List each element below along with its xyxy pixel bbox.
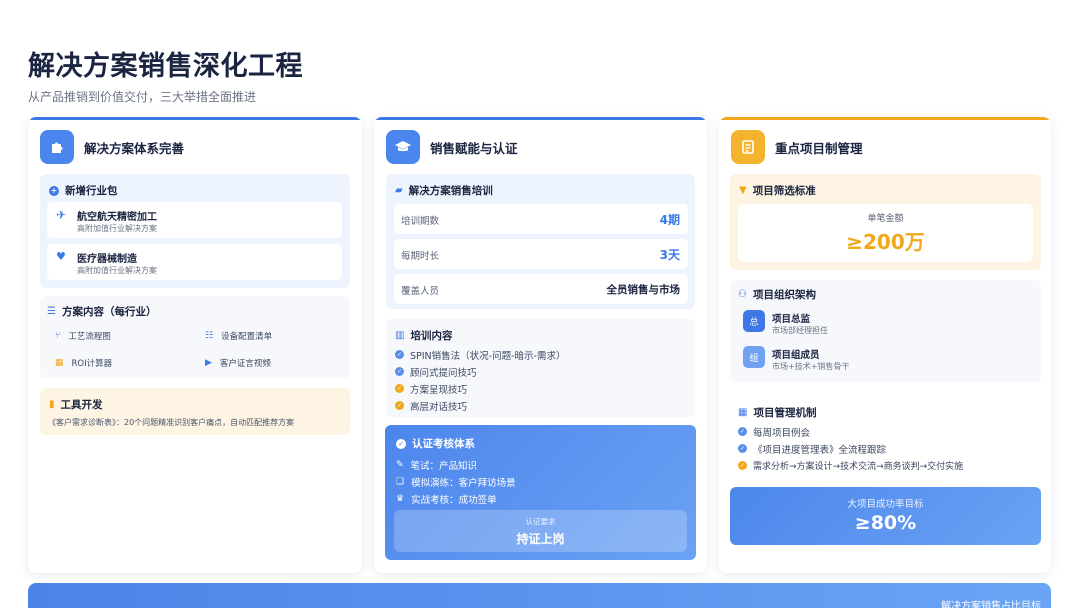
flow-icon: ⑂ xyxy=(55,330,61,341)
check-icon: ✓ xyxy=(738,427,747,436)
org-member: 总 项目总监 市场部经理担任 xyxy=(740,308,1032,340)
content-item: ▦ ROI计算器 xyxy=(55,357,113,369)
checklist-icon xyxy=(731,130,765,164)
content-item: ✓ SPIN销售法（状况-问题-暗示-需求） xyxy=(395,350,566,362)
shield-check-icon: ✓ xyxy=(396,438,406,449)
industry-name: 航空航天精密加工 xyxy=(77,212,157,223)
industry-name: 医疗器械制造 xyxy=(77,254,137,265)
content-item: ✓ 方案呈现技巧 xyxy=(395,384,468,396)
graduation-cap-icon xyxy=(386,130,420,164)
org-structure-panel: ⚇ 项目组织架构 总 项目总监 市场部经理担任 组 项目组成员 市场+技术+销售… xyxy=(730,280,1041,382)
pen-icon: ✎ xyxy=(396,459,404,470)
training-row: 培训期数 4期 xyxy=(394,204,688,234)
mech-item: ✓ 需求分析→方案设计→技术交流→商务谈判→交付实施 xyxy=(738,461,964,472)
panel-title: 解决方案销售培训 xyxy=(408,185,493,197)
heart-pulse-icon: ♥ xyxy=(56,250,66,263)
certification-panel: ✓ 认证考核体系 ✎ 笔试：产品知识 ❏ 模拟演练：客户拜访场景 ♛ 实战考核：成功签… xyxy=(385,425,696,560)
check-icon: ✓ xyxy=(395,350,404,359)
plus-circle-icon: + xyxy=(49,185,59,196)
sales-enablement-card: 销售赋能与认证 ▰ 解决方案销售培训 培训期数 4期 每期时长 3天 覆盖人员 … xyxy=(374,117,707,573)
people-icon: ⚇ xyxy=(738,289,747,300)
puzzle-icon xyxy=(40,130,74,164)
training-row: 覆盖人员 全员销售与市场 xyxy=(394,274,688,304)
avatar: 总 xyxy=(743,310,765,332)
presentation-icon: ▰ xyxy=(395,185,403,196)
training-panel: ▰ 解决方案销售培训 培训期数 4期 每期时长 3天 覆盖人员 全员销售与市场 xyxy=(386,174,695,309)
tool-desc: 《客户需求诊断表》：20个问题精准识别客户痛点，自动匹配推荐方案 xyxy=(48,418,295,427)
cert-item: ♛ 实战考核：成功签单 xyxy=(396,493,497,506)
content-item: ✓ 顾问式提问技巧 xyxy=(395,367,477,379)
card-accent-bar xyxy=(374,117,707,120)
check-icon: ✓ xyxy=(395,384,404,393)
cert-requirement-box: 认证要求 持证上岗 xyxy=(394,510,687,552)
training-content-panel: ▥ 培训内容 ✓ SPIN销售法（状况-问题-暗示-需求） ✓ 顾问式提问技巧 ✓ 方… xyxy=(386,319,695,417)
trophy-icon: ♛ xyxy=(396,493,405,504)
check-icon: ✓ xyxy=(395,367,404,376)
industry-item[interactable]: ♥ 医疗器械制造 高附加值行业解决方案 xyxy=(47,244,342,280)
panel-title: 工具开发 xyxy=(60,399,103,411)
mechanism-panel: ▦ 项目管理机制 ✓ 每周项目例会 ✓ 《项目进度管理表》全流程跟踪 ✓ 需求分析→方… xyxy=(730,400,1041,480)
calendar-icon: ▦ xyxy=(738,407,748,418)
card-title: 销售赋能与认证 xyxy=(430,140,518,156)
panel-title: 培训内容 xyxy=(410,330,453,342)
bottom-banner: 解决方案销售占比目标 xyxy=(28,583,1051,608)
layers-icon: ☰ xyxy=(47,306,56,317)
panel-title: 方案内容（每行业） xyxy=(61,306,157,318)
success-goal-box: 大项目成功率目标 ≥80% xyxy=(730,487,1041,545)
amount-box: 单笔金额 ≥200万 xyxy=(738,204,1033,262)
banner-text: 解决方案销售占比目标 xyxy=(941,601,1041,608)
page-subtitle: 从产品推销到价值交付，三大举措全面推进 xyxy=(28,90,257,104)
chat-icon: ❏ xyxy=(396,476,405,487)
panel-title: 新增行业包 xyxy=(65,185,118,197)
panel-title: 认证考核体系 xyxy=(412,438,475,450)
content-item: ⑂ 工艺流程图 xyxy=(55,330,111,342)
card-title: 重点项目制管理 xyxy=(775,140,863,156)
card-accent-bar xyxy=(28,117,362,120)
cert-item: ✎ 笔试：产品知识 xyxy=(396,459,478,472)
industry-pack-panel: + 新增行业包 ✈ 航空航天精密加工 高附加值行业解决方案 ♥ 医疗器械制造 高… xyxy=(40,174,350,288)
panel-title: 项目筛选标准 xyxy=(752,185,816,197)
book-icon: ▥ xyxy=(395,330,405,341)
key-project-card: 重点项目制管理 ▼ 项目筛选标准 单笔金额 ≥200万 ⚇ 项目组织架构 总 项… xyxy=(719,117,1051,573)
page-title: 解决方案销售深化工程 xyxy=(28,51,303,82)
card-accent-bar xyxy=(719,117,1051,120)
tool-dev-panel: ▮ 工具开发 《客户需求诊断表》：20个问题精准识别客户痛点，自动匹配推荐方案 xyxy=(40,388,350,435)
airplane-icon: ✈ xyxy=(56,208,67,222)
content-item: ☷ 设备配置清单 xyxy=(205,330,273,342)
video-icon: ▶ xyxy=(205,357,212,368)
solution-system-card: 解决方案体系完善 + 新增行业包 ✈ 航空航天精密加工 高附加值行业解决方案 ♥… xyxy=(28,117,362,573)
check-icon: ✓ xyxy=(395,401,404,410)
avatar: 组 xyxy=(743,346,765,368)
filter-icon: ▼ xyxy=(739,185,747,196)
content-item: ✓ 高层对话技巧 xyxy=(395,401,468,413)
check-icon: ✓ xyxy=(738,461,747,470)
card-title: 解决方案体系完善 xyxy=(84,140,185,156)
calculator-icon: ▦ xyxy=(55,357,64,368)
content-item: ▶ 客户证言视频 xyxy=(205,357,271,369)
file-icon: ▮ xyxy=(49,399,55,410)
cert-item: ❏ 模拟演练：客户拜访场景 xyxy=(396,476,516,489)
mech-item: ✓ 每周项目例会 xyxy=(738,427,811,439)
solution-content-panel: ☰ 方案内容（每行业） ⑂ 工艺流程图 ☷ 设备配置清单 ▦ ROI计算器 ▶ 客户证言… xyxy=(40,296,350,378)
panel-title: 项目组织架构 xyxy=(752,289,816,301)
mech-item: ✓ 《项目进度管理表》全流程跟踪 xyxy=(738,444,887,456)
list-icon: ☷ xyxy=(205,330,214,341)
industry-item[interactable]: ✈ 航空航天精密加工 高附加值行业解决方案 xyxy=(47,202,342,238)
screening-panel: ▼ 项目筛选标准 单笔金额 ≥200万 xyxy=(730,174,1041,270)
panel-title: 项目管理机制 xyxy=(753,407,817,419)
industry-desc: 高附加值行业解决方案 xyxy=(77,224,157,233)
org-member: 组 项目组成员 市场+技术+销售骨干 xyxy=(740,344,1032,376)
check-icon: ✓ xyxy=(738,444,747,453)
training-row: 每期时长 3天 xyxy=(394,239,688,269)
industry-desc: 高附加值行业解决方案 xyxy=(77,266,157,275)
